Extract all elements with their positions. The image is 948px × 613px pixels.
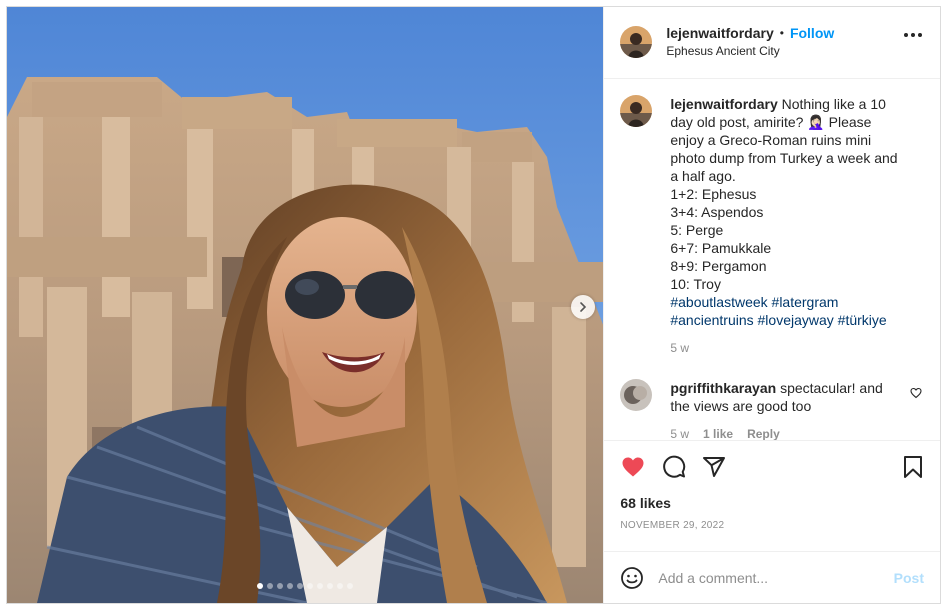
- caption-line: Nothing like a 10: [781, 95, 886, 112]
- comment-composer: Post: [604, 551, 940, 603]
- location-link[interactable]: Ephesus Ancient City: [666, 42, 834, 60]
- heart-outline-icon[interactable]: [910, 387, 922, 399]
- carousel-dot: [267, 583, 274, 589]
- separator: •: [779, 26, 784, 41]
- carousel-dot: [287, 583, 294, 589]
- caption-line: 10: Troy: [670, 275, 721, 292]
- post-actions: 68 likes November 29, 2022: [604, 440, 940, 551]
- caption-time[interactable]: 5 w: [670, 339, 689, 357]
- commenter-username[interactable]: pgriffithkarayan: [670, 380, 776, 396]
- author-avatar[interactable]: [620, 26, 653, 59]
- chevron-right-icon: [580, 302, 587, 312]
- carousel-dot: [277, 583, 284, 589]
- comment-text: spectacular! and: [780, 379, 883, 396]
- caption-line: 8+9: Pergamon: [670, 257, 767, 274]
- like-heart-icon[interactable]: [620, 455, 646, 479]
- comment-time[interactable]: 5 w: [670, 425, 689, 441]
- bookmark-icon[interactable]: [902, 455, 924, 479]
- post-header: lejenwaitfordary • Follow Ephesus Ancien…: [604, 7, 940, 79]
- hashtags-line[interactable]: #ancientruins #lovejayway #türkiye: [670, 311, 897, 329]
- comment-likes[interactable]: 1 like: [703, 425, 733, 441]
- post-media[interactable]: [7, 7, 604, 603]
- post-sidebar: lejenwaitfordary • Follow Ephesus Ancien…: [603, 7, 940, 603]
- author-username[interactable]: lejenwaitfordary: [666, 24, 773, 42]
- carousel-dot: [307, 583, 314, 589]
- caption-line: 3+4: Aspendos: [670, 203, 764, 220]
- hashtags-line[interactable]: #aboutlastweek #latergram: [670, 293, 897, 311]
- caption-line: day old post, amirite? 🤦🏻‍♀️ Please: [670, 113, 872, 130]
- post-comment-button[interactable]: Post: [894, 570, 924, 586]
- post-dialog: lejenwaitfordary • Follow Ephesus Ancien…: [6, 6, 941, 604]
- caption-avatar[interactable]: [620, 94, 653, 127]
- share-icon[interactable]: [702, 455, 726, 479]
- carousel-dot: [347, 583, 354, 589]
- carousel-dot: [297, 583, 304, 589]
- comment-icon[interactable]: [662, 455, 686, 479]
- caption-line: 6+7: Pamukkale: [670, 239, 772, 256]
- carousel-dot: [327, 583, 334, 589]
- caption-line: 5: Perge: [670, 221, 724, 238]
- carousel-dot: [317, 583, 324, 589]
- emoji-icon[interactable]: [620, 566, 644, 590]
- more-horizontal-icon: [904, 33, 908, 37]
- caption-line: a half ago.: [670, 167, 736, 184]
- likes-count[interactable]: 68 likes: [620, 495, 924, 511]
- post-photo: [7, 7, 604, 603]
- caption-username[interactable]: lejenwaitfordary: [670, 96, 777, 112]
- caption-line: enjoy a Greco-Roman ruins mini: [670, 131, 872, 148]
- caption-line: 1+2: Ephesus: [670, 185, 757, 202]
- caption-comment: lejenwaitfordary Nothing like a 10 day o…: [620, 94, 924, 357]
- more-options-button[interactable]: [904, 33, 922, 37]
- reply-button[interactable]: Reply: [747, 425, 780, 441]
- comments-section: lejenwaitfordary Nothing like a 10 day o…: [604, 79, 940, 441]
- caption-line: photo dump from Turkey a week and: [670, 149, 898, 166]
- follow-button[interactable]: Follow: [790, 24, 834, 42]
- reply-comment: pgriffithkarayan spectacular! and the vi…: [620, 378, 924, 441]
- carousel-dot: [337, 583, 344, 589]
- carousel-indicator: [7, 583, 603, 589]
- next-slide-button[interactable]: [571, 295, 595, 319]
- commenter-avatar[interactable]: [620, 378, 653, 411]
- comment-text: the views are good too: [670, 397, 812, 414]
- comment-input[interactable]: [658, 569, 894, 586]
- post-date: November 29, 2022: [620, 520, 725, 532]
- carousel-dot: [257, 583, 264, 589]
